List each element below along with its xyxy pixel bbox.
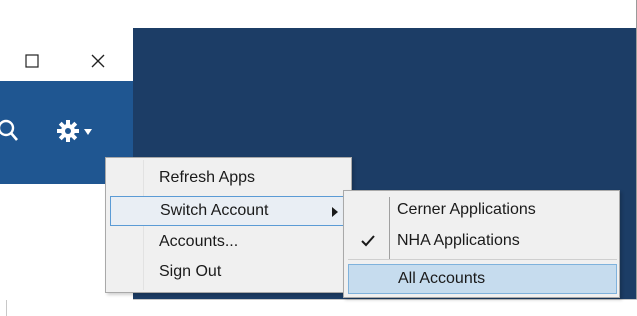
menu-item-accounts[interactable]: Accounts... (110, 228, 349, 258)
maximize-icon (25, 54, 39, 68)
submenu-arrow-icon (332, 207, 338, 217)
maximize-button[interactable] (8, 41, 56, 81)
menu-item-label: Accounts... (159, 233, 239, 250)
checkmark-icon (361, 235, 375, 247)
close-icon (91, 54, 105, 68)
search-icon (0, 119, 18, 141)
menu-item-switch-account[interactable]: Switch Account (110, 196, 349, 226)
window-titlebar (0, 41, 133, 81)
settings-menu: Refresh Apps Switch Account Accounts... … (105, 157, 352, 293)
search-button[interactable] (0, 117, 22, 143)
switch-account-submenu: Cerner Applications NHA Applications All… (343, 190, 620, 298)
submenu-item-all-accounts[interactable]: All Accounts (348, 264, 617, 294)
menu-item-label: Refresh Apps (159, 169, 256, 186)
submenu-item-label: All Accounts (398, 270, 486, 287)
frame-left-edge (6, 300, 7, 316)
gear-icon (57, 120, 79, 142)
top-frame (0, 0, 637, 28)
menu-item-label: Sign Out (159, 263, 222, 280)
submenu-separator (348, 259, 617, 260)
close-button[interactable] (74, 41, 122, 81)
submenu-item-label: NHA Applications (397, 232, 520, 249)
menu-item-refresh-apps[interactable]: Refresh Apps (110, 164, 349, 194)
submenu-item-cerner-applications[interactable]: Cerner Applications (348, 196, 617, 226)
menu-item-label: Switch Account (160, 202, 269, 219)
menu-item-sign-out[interactable]: Sign Out (110, 258, 349, 288)
settings-button[interactable] (56, 119, 96, 143)
caret-down-icon (84, 129, 92, 135)
submenu-item-nha-applications[interactable]: NHA Applications (348, 227, 617, 257)
submenu-item-label: Cerner Applications (397, 201, 536, 218)
